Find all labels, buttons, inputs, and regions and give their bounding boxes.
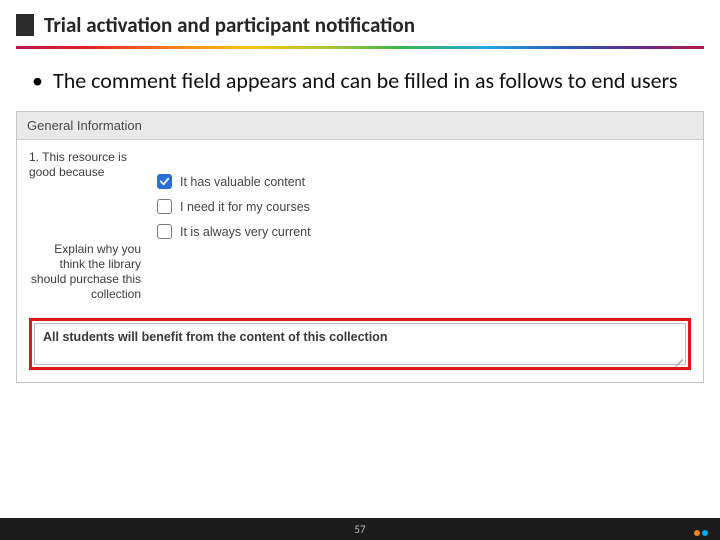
checkbox-need-for-courses[interactable] — [157, 199, 172, 214]
option-row-1: I need it for my courses — [157, 199, 691, 214]
checkbox-always-current[interactable] — [157, 224, 172, 239]
slide-title: Trial activation and participant notific… — [44, 12, 415, 38]
title-accent-block — [16, 14, 34, 36]
comment-highlight-frame: All students will benefit from the conte… — [29, 318, 691, 370]
panel-body: 1. This resource is good because Explain… — [17, 140, 703, 310]
checkbox-valuable-content[interactable] — [157, 174, 172, 189]
comment-textarea[interactable]: All students will benefit from the conte… — [34, 323, 686, 365]
answers-column: It has valuable content I need it for my… — [147, 150, 691, 302]
slide-footer: 57 — [0, 518, 720, 540]
questions-column: 1. This resource is good because Explain… — [29, 150, 147, 302]
bullet-marker: • — [32, 67, 43, 95]
footer-logo — [694, 530, 708, 536]
bullet-text: The comment field appears and can be fil… — [53, 67, 677, 95]
bullet-area: • The comment field appears and can be f… — [0, 49, 720, 105]
slide-number: 57 — [354, 523, 365, 536]
panel-header: General Information — [17, 112, 703, 140]
option-row-0: It has valuable content — [157, 174, 691, 189]
option-label-1: I need it for my courses — [180, 200, 310, 214]
question-1-label: 1. This resource is good because — [29, 150, 141, 180]
form-panel: General Information 1. This resource is … — [16, 111, 704, 383]
check-icon — [159, 176, 170, 187]
bullet-item: • The comment field appears and can be f… — [32, 67, 690, 95]
resize-handle-icon[interactable] — [673, 352, 683, 362]
option-label-2: It is always very current — [180, 225, 311, 239]
comment-text: All students will benefit from the conte… — [43, 330, 387, 344]
option-row-2: It is always very current — [157, 224, 691, 239]
slide-title-row: Trial activation and participant notific… — [0, 0, 720, 38]
option-label-0: It has valuable content — [180, 175, 305, 189]
question-2-label: Explain why you think the library should… — [29, 242, 141, 302]
